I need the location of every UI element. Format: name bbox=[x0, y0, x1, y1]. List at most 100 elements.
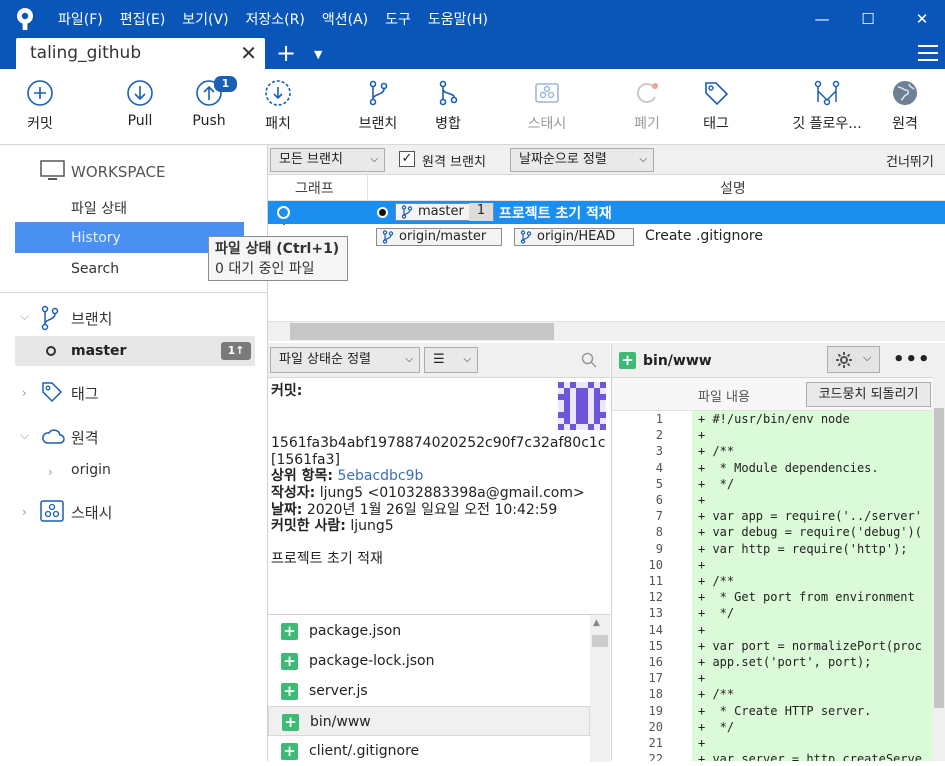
sidebar-item-file-status[interactable]: 파일 상태 bbox=[71, 198, 127, 218]
patch-button[interactable]: 패치 bbox=[243, 79, 313, 133]
branch-button[interactable]: 브랜치 bbox=[343, 79, 413, 133]
remote-branches-checkbox[interactable]: ✓ bbox=[399, 151, 415, 167]
sidebar-item-origin[interactable]: origin bbox=[71, 462, 111, 478]
line-number: 2 bbox=[655, 428, 663, 443]
gitflow-label: 깃 플로우... bbox=[792, 116, 862, 132]
parent-link[interactable]: 5ebacdbc9b bbox=[337, 468, 423, 484]
list-item[interactable]: + client/.gitignore bbox=[268, 736, 590, 766]
chevron-right-icon[interactable]: › bbox=[22, 386, 27, 400]
date-label: 날짜: bbox=[271, 502, 303, 518]
minimize-button[interactable]: — bbox=[799, 0, 845, 38]
menu-tools[interactable]: 도구 bbox=[385, 9, 411, 29]
sort-label: 날짜순으로 정렬 bbox=[519, 152, 607, 167]
list-mode-dropdown[interactable]: ☰ ⌵ bbox=[424, 347, 478, 373]
diff-line-added: + var http = require('http'); bbox=[692, 540, 933, 557]
stash-button[interactable]: 스태시 bbox=[512, 79, 582, 133]
sidebar-item-master[interactable]: master bbox=[71, 343, 126, 359]
author-value: ljung5 <01032883398a@gmail.com> bbox=[319, 485, 585, 501]
diff-line-added: + bbox=[692, 621, 933, 638]
line-number: 1 bbox=[655, 412, 663, 426]
line-number: 20 bbox=[648, 719, 663, 734]
sidebar-item-history[interactable]: History bbox=[71, 230, 121, 246]
menu-actions[interactable]: 액션(A) bbox=[322, 9, 368, 29]
menu-help[interactable]: 도움말(H) bbox=[428, 9, 488, 29]
line-number: 11 bbox=[648, 574, 663, 588]
menu-view[interactable]: 보기(V) bbox=[182, 9, 228, 29]
avatar bbox=[558, 382, 606, 430]
tab-dropdown-icon[interactable]: ▼ bbox=[314, 38, 322, 71]
workspace-header: WORKSPACE bbox=[71, 163, 166, 181]
stash-header[interactable]: 스태시 bbox=[71, 502, 112, 523]
sourcetree-logo-icon bbox=[17, 8, 33, 30]
graph-column-header[interactable]: 그래프 bbox=[295, 178, 334, 198]
revert-hunk-button[interactable]: 코드뭉치 되돌리기 bbox=[806, 382, 931, 407]
diff-line-added: + /** bbox=[692, 443, 933, 460]
diff-line-added: + bbox=[692, 556, 933, 573]
remote-button[interactable]: 원격 bbox=[870, 79, 940, 133]
menu-repository[interactable]: 저장소(R) bbox=[246, 9, 305, 29]
diff-vertical-scrollbar-thumb[interactable] bbox=[934, 408, 944, 708]
chevron-down-icon[interactable]: ⌵ bbox=[20, 428, 29, 443]
push-label: Push bbox=[192, 113, 226, 129]
branch-label: 브랜치 bbox=[358, 116, 398, 132]
scroll-up-icon[interactable]: ▲ bbox=[593, 618, 600, 628]
sort-dropdown[interactable]: 날짜순으로 정렬 ⌵ bbox=[510, 148, 654, 172]
sidebar-divider bbox=[0, 292, 268, 293]
tag-button[interactable]: 태그 bbox=[681, 79, 751, 133]
close-window-button[interactable]: ✕ bbox=[899, 0, 945, 38]
sidebar-item-search[interactable]: Search bbox=[71, 261, 119, 277]
commit-row-selected[interactable]: master 1 프로젝트 초기 적재 bbox=[268, 201, 945, 224]
chevron-right-icon[interactable]: › bbox=[48, 465, 53, 479]
maximize-button[interactable]: ☐ bbox=[845, 0, 891, 38]
list-item[interactable]: + package-lock.json bbox=[268, 646, 590, 676]
close-tab-icon[interactable]: ✕ bbox=[240, 41, 257, 65]
commit-button[interactable]: 커밋 bbox=[5, 79, 75, 133]
diff-file-name: bin/www bbox=[643, 353, 712, 369]
horizontal-scrollbar-thumb[interactable] bbox=[290, 323, 554, 340]
tab-taling-github[interactable]: taling_github ✕ bbox=[16, 38, 265, 69]
commit-row[interactable]: origin/master origin/HEAD Create .gitign… bbox=[268, 225, 945, 249]
branch-icon bbox=[41, 305, 59, 331]
gitflow-button[interactable]: 깃 플로우... bbox=[782, 79, 872, 133]
file-sort-dropdown[interactable]: 파일 상태순 정렬 ⌵ bbox=[270, 347, 420, 373]
commit-detail: 커밋: 1561fa3b4abf1978874020252c90f7c32af8… bbox=[268, 378, 610, 614]
list-item-selected[interactable]: + bin/www bbox=[268, 706, 590, 736]
branch-icon bbox=[382, 230, 394, 244]
branch-icon bbox=[401, 205, 413, 219]
add-tab-button[interactable]: + bbox=[274, 38, 298, 69]
chevron-down-icon: ⌵ bbox=[863, 351, 872, 364]
line-number: 22 bbox=[648, 752, 663, 761]
tags-header[interactable]: 태그 bbox=[71, 383, 99, 404]
menu-edit[interactable]: 편집(E) bbox=[120, 9, 166, 29]
branches-header[interactable]: 브랜치 bbox=[71, 308, 112, 329]
list-item[interactable]: + server.js bbox=[268, 676, 590, 706]
list-item[interactable]: + package.json bbox=[268, 616, 590, 646]
title-bar: 파일(F) 편집(E) 보기(V) 저장소(R) 액션(A) 도구 도움말(H)… bbox=[0, 0, 945, 38]
diff-content: 1 + #!/usr/bin/env node 2 +3 + /** 4 + * Modul… bbox=[611, 411, 933, 761]
menu-file[interactable]: 파일(F) bbox=[58, 9, 103, 29]
more-options-icon[interactable]: ••• bbox=[893, 349, 931, 370]
remotes-header[interactable]: 원격 bbox=[71, 427, 99, 448]
diff-header: + bin/www ⌵ ••• bbox=[611, 343, 945, 378]
file-list-scrollbar-thumb[interactable] bbox=[592, 635, 608, 647]
diff-settings-button[interactable]: ⌵ bbox=[827, 346, 880, 373]
remote-branches-label: 원격 브랜치 bbox=[422, 155, 486, 170]
gitflow-icon bbox=[814, 80, 840, 106]
toolbar: 커밋 Pull Push 패치 브랜치 병합 스태시 폐기 태그 깃 플로우..… bbox=[0, 69, 945, 145]
diff-line-added: + #!/usr/bin/env node bbox=[692, 411, 933, 428]
chevron-down-icon[interactable]: ⌵ bbox=[20, 309, 29, 324]
plus-circle-icon bbox=[27, 80, 53, 106]
search-icon[interactable] bbox=[581, 352, 597, 368]
chevron-right-icon[interactable]: › bbox=[22, 505, 27, 519]
branch-filter-dropdown[interactable]: 모든 브랜치 ⌵ bbox=[270, 148, 385, 172]
discard-button[interactable]: 폐기 bbox=[612, 79, 682, 133]
skip-label[interactable]: 건너뛰기 bbox=[886, 151, 934, 170]
hamburger-menu-icon[interactable] bbox=[918, 44, 938, 62]
merge-button[interactable]: 병합 bbox=[413, 79, 483, 133]
description-column-header[interactable]: 설명 bbox=[720, 178, 746, 198]
push-count-badge: 1 bbox=[214, 76, 237, 92]
diff-line-added: + bbox=[692, 735, 933, 752]
head-marker-icon bbox=[377, 207, 388, 218]
commit-message: 프로젝트 초기 적재 bbox=[271, 551, 383, 567]
pull-button[interactable]: Pull bbox=[105, 79, 175, 129]
